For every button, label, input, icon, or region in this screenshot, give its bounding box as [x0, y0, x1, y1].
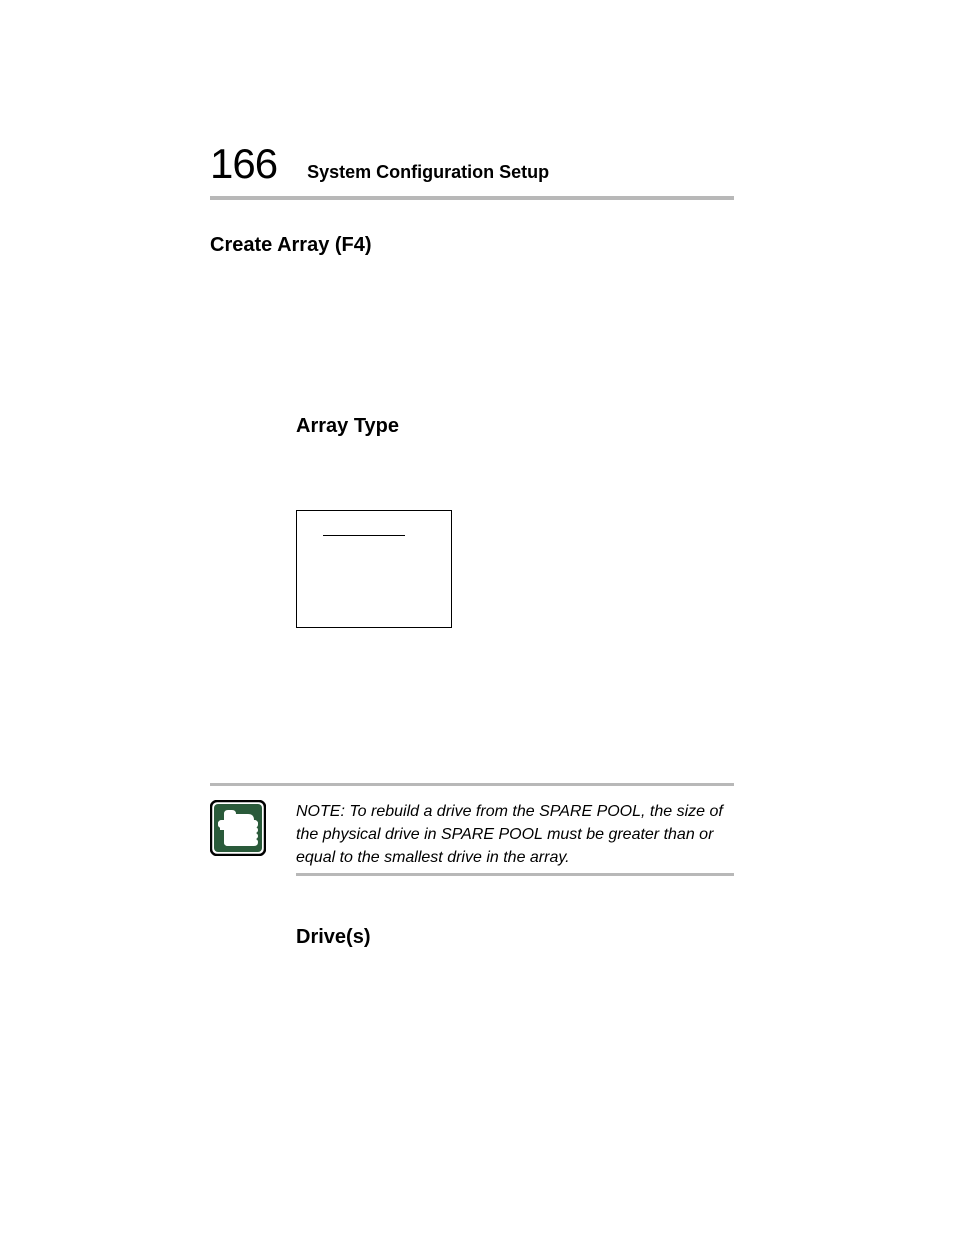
- note-divider-top: [210, 783, 734, 786]
- page-number: 166: [210, 140, 277, 188]
- note-pointing-hand-icon: [210, 800, 266, 856]
- array-type-box: [296, 510, 452, 628]
- subsection-heading-drives: Drive(s): [296, 926, 370, 949]
- section-heading-create-array: Create Array (F4): [210, 234, 372, 257]
- note-body-text: NOTE: To rebuild a drive from the SPARE …: [296, 800, 724, 870]
- note-divider-bottom: [296, 873, 734, 876]
- subsection-heading-array-type: Array Type: [296, 415, 399, 438]
- header-divider: [210, 196, 734, 200]
- box-underline: [323, 535, 405, 536]
- page-header: 166 System Configuration Setup: [210, 140, 734, 188]
- chapter-title: System Configuration Setup: [307, 162, 549, 183]
